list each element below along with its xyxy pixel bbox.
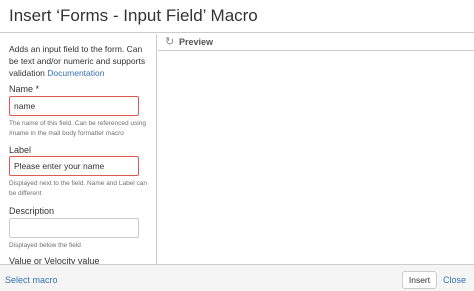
insert-button[interactable]: Insert: [402, 271, 437, 289]
dialog-title: Insert ‘Forms - Input Field’ Macro: [9, 6, 258, 25]
label-help-text: Displayed next to the field. Name and La…: [9, 180, 148, 197]
value-field-label: Value or Velocity value: [9, 256, 100, 264]
macro-parameters-panel[interactable]: Adds an input field to the form. Can be …: [0, 34, 157, 264]
macro-description: Adds an input field to the form. Can be …: [9, 43, 154, 79]
label-field-label: Label: [9, 145, 32, 155]
name-field-label: Name *: [9, 84, 40, 94]
select-macro-link[interactable]: Select macro: [5, 275, 58, 285]
dialog-header: Insert ‘Forms - Input Field’ Macro: [0, 0, 474, 33]
preview-panel: ↻ Preview: [158, 34, 474, 264]
name-help-text: The name of this field. Can be reference…: [9, 120, 146, 137]
refresh-icon[interactable]: ↻: [165, 36, 174, 48]
description-help-text: Displayed below the field: [9, 242, 81, 249]
description-input[interactable]: [9, 218, 139, 238]
macro-dialog: Insert ‘Forms - Input Field’ Macro Adds …: [0, 0, 474, 291]
preview-label: Preview: [179, 37, 214, 47]
preview-header[interactable]: ↻ Preview: [158, 34, 474, 51]
dialog-footer: Select macro Insert Close: [0, 264, 474, 291]
documentation-link[interactable]: Documentation: [47, 68, 104, 78]
label-input[interactable]: Please enter your name: [9, 156, 139, 176]
close-link[interactable]: Close: [443, 275, 466, 285]
name-input[interactable]: name: [9, 96, 139, 116]
description-field-label: Description: [9, 206, 55, 216]
